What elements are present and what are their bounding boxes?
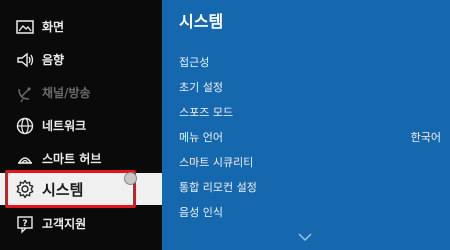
sidebar: 화면 음향 채널/방송 네트워크 스마트 허브 시스템 ? 고객지원 <box>0 0 162 250</box>
globe-icon <box>14 115 36 137</box>
sidebar-item-support[interactable]: ? 고객지원 <box>0 209 162 238</box>
svg-text:?: ? <box>22 219 27 229</box>
selection-highlight-box <box>5 170 136 208</box>
menu-item-universal-remote[interactable]: 통합 리모컨 설정 <box>179 176 441 198</box>
support-icon: ? <box>14 213 36 235</box>
panel-title: 시스템 <box>179 12 224 31</box>
sidebar-item-smart-hub[interactable]: 스마트 허브 <box>0 144 162 173</box>
menu-item-smart-security[interactable]: 스마트 시큐리티 <box>179 151 441 173</box>
sidebar-item-picture[interactable]: 화면 <box>0 12 162 41</box>
sidebar-item-label: 스마트 허브 <box>42 152 102 166</box>
menu-item-voice-recognition[interactable]: 음성 인식 <box>179 201 441 223</box>
pointer-cursor-icon <box>124 172 137 185</box>
menu-item-accessibility[interactable]: 접근성 <box>179 51 441 73</box>
menu-item-label: 통합 리모컨 설정 <box>179 181 257 194</box>
menu-item-label: 스포즈 모드 <box>179 106 234 119</box>
system-settings-panel: 시스템 접근성 초기 설정 스포즈 모드 메뉴 언어 한국어 스마트 시큐리티 … <box>162 0 450 250</box>
sidebar-item-sound[interactable]: 음향 <box>0 45 162 74</box>
menu-item-menu-language[interactable]: 메뉴 언어 한국어 <box>179 126 441 148</box>
menu-item-label: 스마트 시큐리티 <box>179 156 254 169</box>
picture-icon <box>14 16 36 38</box>
menu-item-initial-setup[interactable]: 초기 설정 <box>179 76 441 98</box>
menu-item-label: 메뉴 언어 <box>179 131 223 144</box>
sidebar-item-network[interactable]: 네트워크 <box>0 111 162 140</box>
menu-item-value: 한국어 <box>410 131 441 144</box>
smart-hub-icon <box>14 148 36 170</box>
sidebar-item-label: 채널/방송 <box>42 86 91 100</box>
sidebar-item-label: 화면 <box>42 20 65 34</box>
sidebar-item-label: 고객지원 <box>42 217 87 231</box>
menu-item-label: 접근성 <box>179 56 210 69</box>
speaker-icon <box>14 49 36 71</box>
chevron-down-icon[interactable] <box>297 232 313 242</box>
sidebar-item-channel[interactable]: 채널/방송 <box>0 78 162 107</box>
sidebar-item-label: 음향 <box>42 53 65 67</box>
satellite-dish-icon <box>14 82 36 104</box>
menu-item-sports-mode[interactable]: 스포즈 모드 <box>179 101 441 123</box>
sidebar-item-label: 네트워크 <box>42 119 87 133</box>
menu-item-label: 음성 인식 <box>179 206 223 219</box>
menu-item-label: 초기 설정 <box>179 81 223 94</box>
